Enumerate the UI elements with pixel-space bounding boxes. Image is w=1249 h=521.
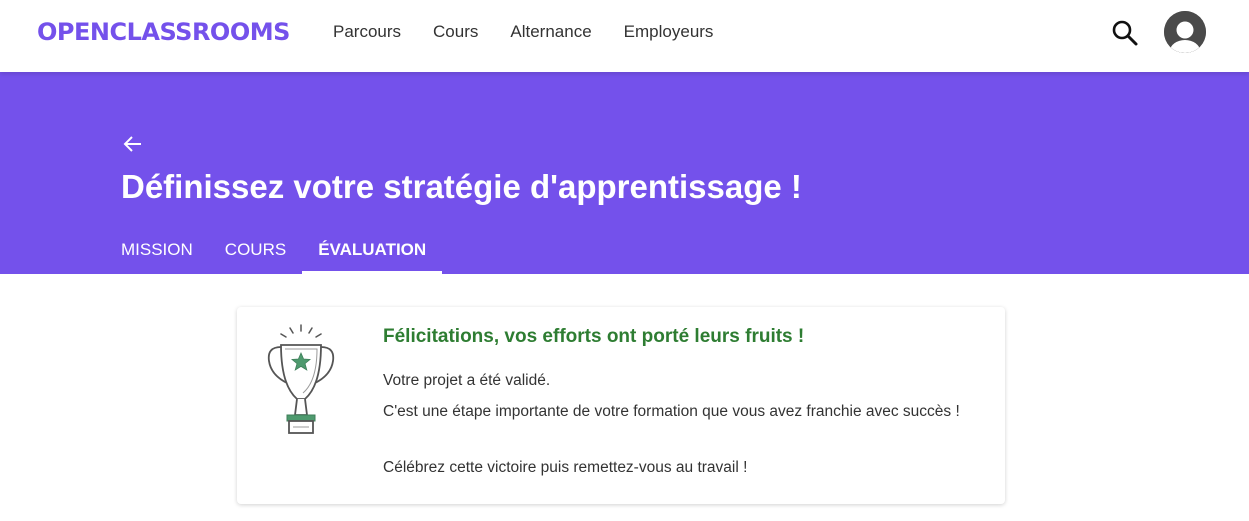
celebrate-message: Célébrez cette victoire puis remettez-vo… <box>383 459 748 476</box>
course-tabs: MISSION COURS ÉVALUATION <box>121 234 474 274</box>
search-button[interactable] <box>1110 18 1140 48</box>
trophy-icon <box>267 324 335 434</box>
tab-mission[interactable]: MISSION <box>121 234 193 274</box>
validation-message: Votre projet a été validé. <box>383 372 551 389</box>
back-button[interactable] <box>121 132 145 156</box>
tab-cours[interactable]: COURS <box>225 234 286 274</box>
logo-text: OPENCLASSROOMS <box>37 18 290 46</box>
user-avatar[interactable] <box>1164 11 1206 53</box>
trophy-illustration <box>265 323 337 435</box>
nav-link-cours[interactable]: Cours <box>433 21 478 43</box>
nav-link-employeurs[interactable]: Employeurs <box>624 21 714 43</box>
milestone-message: C'est une étape importante de votre form… <box>383 403 960 420</box>
user-avatar-icon <box>1164 11 1206 53</box>
openclassrooms-logo[interactable]: OPENCLASSROOMS <box>37 18 290 46</box>
page-title: Définissez votre stratégie d'apprentissa… <box>121 168 802 205</box>
main-nav: Parcours Cours Alternance Employeurs <box>333 21 745 43</box>
search-icon <box>1112 20 1138 46</box>
success-title: Félicitations, vos efforts ont porté leu… <box>383 326 805 347</box>
nav-link-parcours[interactable]: Parcours <box>333 21 401 43</box>
arrow-left-icon <box>123 136 141 152</box>
course-hero: Définissez votre stratégie d'apprentissa… <box>0 72 1249 274</box>
top-navbar: OPENCLASSROOMS Parcours Cours Alternance… <box>0 0 1249 72</box>
success-card: Félicitations, vos efforts ont porté leu… <box>237 307 1005 504</box>
nav-link-alternance[interactable]: Alternance <box>510 21 591 43</box>
tab-evaluation[interactable]: ÉVALUATION <box>302 234 443 274</box>
